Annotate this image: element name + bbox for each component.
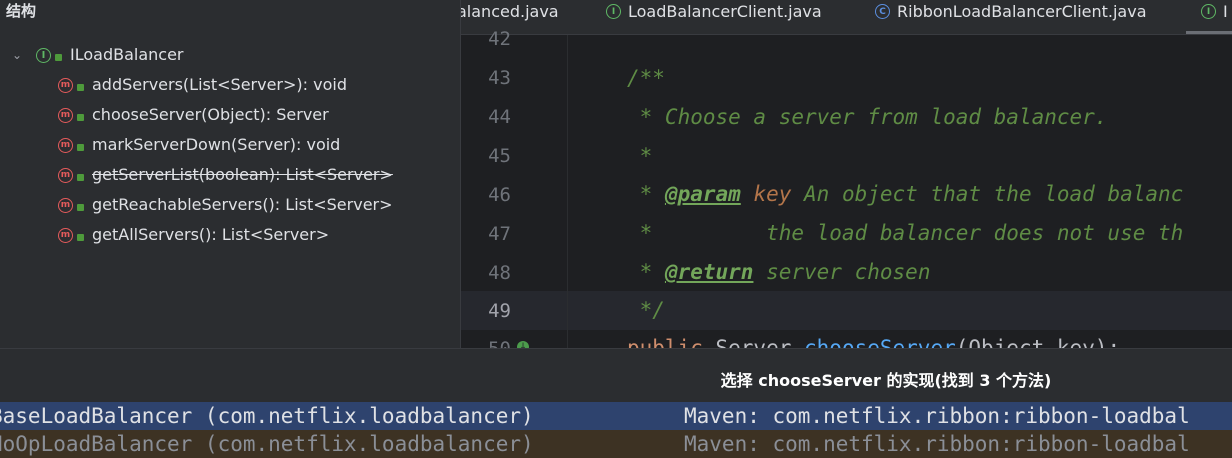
- tree-item-method[interactable]: m chooseServer(Object): Server: [58, 100, 329, 130]
- structure-panel-title: 结构: [6, 2, 37, 20]
- code-text: server chosen: [753, 260, 931, 284]
- param-name: key: [740, 182, 792, 206]
- method-label: chooseServer(Object): Server: [92, 105, 329, 124]
- code-line-47[interactable]: * the load balancer does not use th: [627, 221, 1184, 245]
- javadoc-tag-return: @return: [664, 260, 754, 284]
- code-line-44[interactable]: * Choose a server from load balancer.: [627, 105, 1108, 129]
- method-label: getServerList(boolean): List<Server>: [92, 165, 393, 184]
- line-number: 50: [461, 338, 511, 348]
- method-name: chooseServer: [804, 336, 956, 348]
- interface-icon: I: [1201, 4, 1216, 19]
- code-text: An object that the load balanc: [791, 182, 1184, 206]
- line-number: 43: [488, 67, 511, 89]
- current-line-highlight: [461, 291, 1232, 330]
- code-line-43[interactable]: /**: [627, 66, 665, 90]
- public-access-icon: [77, 83, 84, 91]
- line-number: 44: [488, 106, 511, 128]
- method-icon: m: [58, 77, 73, 93]
- method-label: markServerDown(Server): void: [92, 135, 341, 154]
- interface-icon: I: [606, 4, 621, 19]
- javadoc-tag-param: @param: [664, 182, 741, 206]
- public-access-icon: [77, 173, 84, 181]
- tree-item-method[interactable]: m getReachableServers(): List<Server>: [58, 190, 393, 220]
- code-line-46[interactable]: * @param key An object that the load bal…: [627, 182, 1184, 206]
- public-access-icon: [77, 113, 84, 121]
- tree-root-label: ILoadBalancer: [70, 45, 184, 64]
- tab-label: RibbonLoadBalancerClient.java: [897, 2, 1147, 21]
- public-access-icon: [55, 53, 62, 61]
- tab-label: I: [1223, 2, 1228, 21]
- line-number: 45: [488, 145, 511, 167]
- method-icon: m: [58, 197, 73, 213]
- code-text: *: [627, 260, 665, 284]
- code-line-50[interactable]: public Server chooseServer(Object key);: [627, 336, 1120, 348]
- chevron-down-icon[interactable]: ⌄: [8, 40, 26, 70]
- method-label: addServers(List<Server>): void: [92, 75, 347, 94]
- code-line-49[interactable]: */: [627, 298, 665, 322]
- code-text: *: [627, 182, 665, 206]
- tab-loadbalancerclient-java[interactable]: I LoadBalancerClient.java: [606, 0, 822, 34]
- line-number: 47: [488, 223, 511, 245]
- method-label: getAllServers(): List<Server>: [92, 225, 330, 244]
- popup-header: 选择 chooseServer 的实现(找到 3 个方法): [0, 349, 1232, 399]
- tree-root-iloadbalancer[interactable]: ⌄ I ILoadBalancer: [8, 40, 184, 70]
- code-line-48[interactable]: * @return server chosen: [627, 260, 931, 284]
- choose-implementation-popup: 选择 chooseServer 的实现(找到 3 个方法) BaseLoadBa…: [0, 348, 1232, 458]
- line-number-current: 49: [488, 300, 511, 322]
- method-icon: m: [58, 227, 73, 243]
- tree-item-method-deprecated[interactable]: m getServerList(boolean): List<Server>: [58, 160, 393, 190]
- gutter-divider: [567, 35, 568, 348]
- popup-title: 选择 chooseServer 的实现(找到 3 个方法): [720, 371, 1052, 390]
- line-number: 42: [488, 28, 511, 50]
- line-number: 48: [488, 262, 511, 284]
- method-label: getReachableServers(): List<Server>: [92, 195, 393, 214]
- active-tab-indicator: [1186, 31, 1232, 34]
- class-icon: C: [875, 4, 890, 19]
- code-text: Server: [702, 336, 805, 348]
- interface-icon: I: [36, 47, 51, 63]
- keyword: public: [627, 336, 703, 348]
- code-text: (Object key);: [955, 336, 1121, 348]
- public-access-icon: [77, 233, 84, 241]
- code-line-45[interactable]: *: [627, 144, 653, 168]
- implementation-item-selected[interactable]: BaseLoadBalancer (com.netflix.loadbalanc…: [0, 402, 1232, 430]
- tab-label: alanced.java: [461, 2, 559, 21]
- structure-panel: 结构 ⌄ I ILoadBalancer m addServers(List<S…: [0, 0, 461, 348]
- editor-tab-bar: alanced.java I LoadBalancerClient.java C…: [461, 0, 1232, 35]
- public-access-icon: [77, 143, 84, 151]
- tab-label: LoadBalancerClient.java: [628, 2, 822, 21]
- tree-item-method[interactable]: m markServerDown(Server): void: [58, 130, 340, 160]
- public-access-icon: [77, 203, 84, 211]
- method-icon: m: [58, 137, 73, 153]
- tree-item-method[interactable]: m getAllServers(): List<Server>: [58, 220, 329, 250]
- method-icon: m: [58, 107, 73, 123]
- tree-item-method[interactable]: m addServers(List<Server>): void: [58, 70, 347, 100]
- method-icon: m: [58, 167, 73, 183]
- line-number: 46: [488, 184, 511, 206]
- tab-ribbonloadbalancerclient-java[interactable]: C RibbonLoadBalancerClient.java: [875, 0, 1147, 34]
- tab-iloadbalancer-java[interactable]: I I: [1201, 0, 1228, 34]
- implementation-source: Maven: com.netflix.ribbon:ribbon-loadbal: [684, 404, 1190, 428]
- implementation-name: BaseLoadBalancer (com.netflix.loadbalanc…: [0, 404, 534, 428]
